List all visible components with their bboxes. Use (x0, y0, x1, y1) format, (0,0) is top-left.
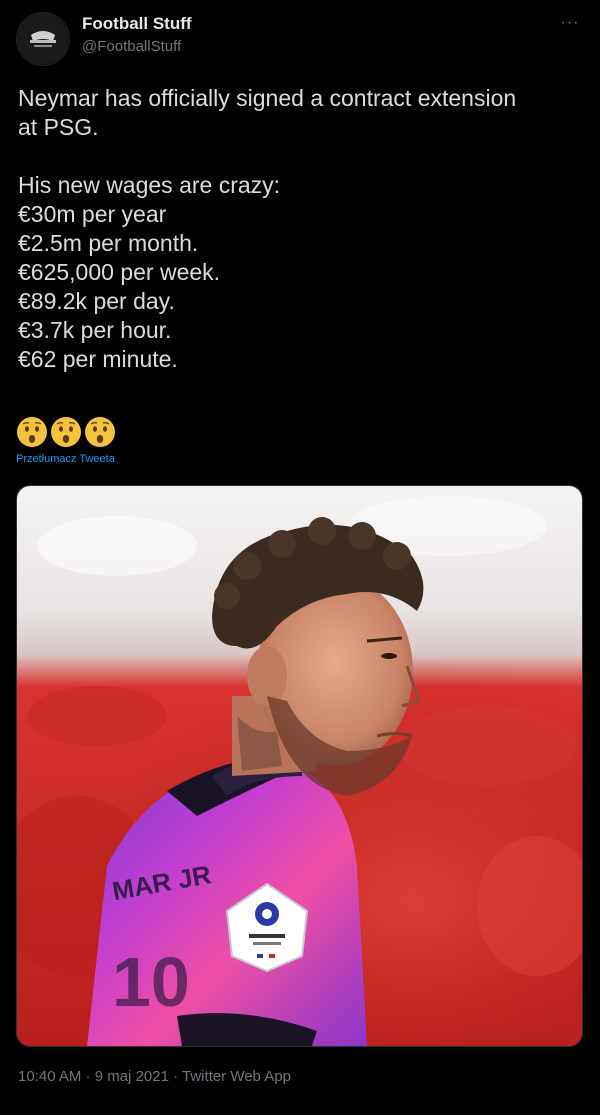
tweet-line: €3.7k per hour. (18, 317, 172, 343)
tweet-line: €2.5m per month. (18, 230, 199, 256)
handle[interactable]: @FootballStuff (82, 38, 181, 55)
display-name[interactable]: Football Stuff (82, 14, 192, 34)
tweet-line: at PSG. (18, 114, 99, 140)
tweet-media[interactable]: MAR JR 10 (16, 485, 583, 1047)
player-photo-image: MAR JR 10 (17, 486, 582, 1046)
tweet: Football Stuff @FootballStuff ··· Neymar… (0, 0, 600, 1115)
tweet-timestamp[interactable]: 10:40 AM · 9 maj 2021 · Twitter Web App (18, 1068, 291, 1085)
tweet-line: €625,000 per week. (18, 259, 221, 285)
translate-tweet-link[interactable]: Przetłumacz Tweeta (16, 453, 115, 465)
hushed-face-icon (84, 416, 116, 448)
svg-text:10: 10 (112, 943, 190, 1021)
tweet-line: €30m per year (18, 201, 167, 227)
tweet-text: Neymar has officially signed a contract … (18, 84, 584, 374)
football-stuff-logo-icon (18, 14, 68, 64)
tweet-line: His new wages are crazy: (18, 172, 281, 198)
hushed-face-icon (16, 416, 48, 448)
emoji-row (16, 416, 116, 448)
avatar[interactable] (16, 12, 70, 66)
hushed-face-icon (50, 416, 82, 448)
more-options-icon[interactable]: ··· (556, 12, 584, 34)
tweet-line: €89.2k per day. (18, 288, 175, 314)
tweet-line: €62 per minute. (18, 346, 178, 372)
tweet-line: Neymar has officially signed a contract … (18, 85, 517, 111)
